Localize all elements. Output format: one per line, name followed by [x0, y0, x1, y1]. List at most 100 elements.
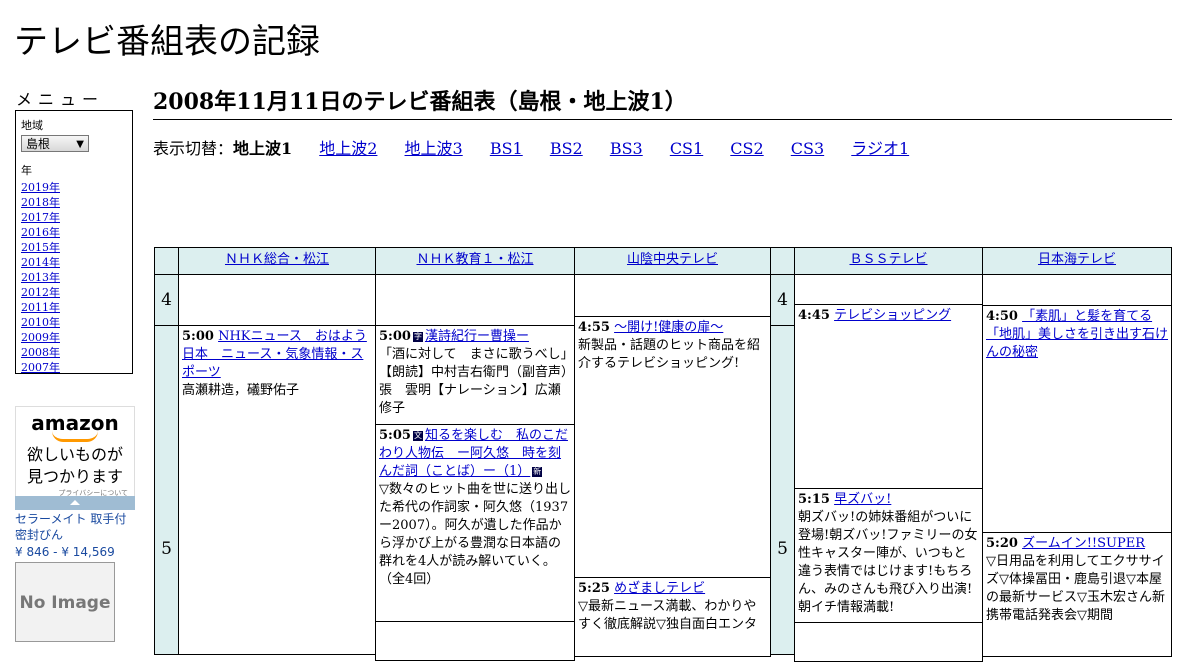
channel-link[interactable]: 日本海テレビ: [1038, 252, 1116, 267]
channel-link[interactable]: ＮＨＫ総合・松江: [225, 252, 329, 267]
subtitle-icon: 字: [412, 331, 423, 342]
year-link[interactable]: 2019年: [21, 180, 127, 195]
hour-label: 5: [770, 325, 795, 655]
program-time: 5:05: [379, 428, 411, 443]
year-list: 2019年 2018年 2017年 2016年 2015年 2014年 2013…: [21, 180, 127, 375]
channel-link[interactable]: ＮＨＫ教育１・松江: [416, 252, 533, 267]
program-cell: 5:00 字漢詩紀行ー曹操ー 「酒に対して まさに歌うべし」 【朗読】中村吉右衛門…: [375, 325, 575, 425]
chevron-up-icon: [70, 500, 80, 505]
year-link[interactable]: 2012年: [21, 285, 127, 300]
program-cell: 5:05 文知るを楽しむ 私のこだわり人物伝 ー阿久悠 時を刻んだ詞（ことば）ー（…: [375, 424, 575, 622]
year-link[interactable]: 2010年: [21, 315, 127, 330]
page-title: 2008年11月11日のテレビ番組表（島根・地上波1）: [153, 84, 1172, 120]
program-desc: ▽数々のヒット曲を世に送り出した希代の作詞家・阿久悠（1937ー2007）。阿久…: [379, 482, 571, 587]
new-program-icon: 新: [532, 466, 543, 477]
program-title-link[interactable]: ～開け!健康の扉～: [614, 320, 723, 335]
ad-expand-strip[interactable]: [15, 496, 135, 510]
switcher-link[interactable]: CS3: [791, 139, 824, 158]
program-title-link[interactable]: テレビショッピング: [834, 308, 951, 323]
program-cell: [375, 621, 575, 661]
chevron-down-icon: ▼: [76, 139, 84, 150]
view-switcher: 表示切替：地上波1 地上波2 地上波3 BS1 BS2 BS3 CS1 CS2 …: [153, 135, 931, 159]
region-select-value: 島根: [26, 137, 51, 151]
program-title-link[interactable]: 早ズバッ!: [834, 492, 891, 507]
program-empty: [178, 274, 376, 326]
channel-header: ＮＨＫ教育１・松江: [375, 247, 575, 275]
amazon-logo: amazon: [31, 411, 119, 435]
program-time: 4:50: [986, 309, 1018, 324]
menu-box: 地域 島根 ▼ 年 2019年 2018年 2017年 2016年 2015年 …: [15, 110, 133, 374]
program-cell: 5:15 早ズバッ! 朝ズバッ!の姉妹番組がついに登場!朝ズバッ!ファミリーの女…: [794, 488, 983, 623]
ad-product-line: 密封びん: [15, 528, 64, 542]
program-empty: [375, 274, 575, 326]
hour-label: 4: [770, 274, 795, 326]
channel-header: 山陰中央テレビ: [574, 247, 771, 275]
hour-header-corner: [770, 247, 795, 275]
year-link[interactable]: 2009年: [21, 330, 127, 345]
switcher-link[interactable]: BS3: [610, 139, 643, 158]
year-link[interactable]: 2011年: [21, 300, 127, 315]
switcher-link[interactable]: BS1: [490, 139, 523, 158]
ad-product-line: セラーメイト 取手付: [15, 512, 127, 526]
ad-price: ¥ 846 - ¥ 14,569: [15, 545, 115, 559]
switcher-link[interactable]: 地上波2: [319, 139, 377, 158]
program-empty: [574, 274, 771, 317]
ad-product-name[interactable]: セラーメイト 取手付 密封びん: [15, 511, 126, 543]
year-link[interactable]: 2016年: [21, 225, 127, 240]
site-title: テレビ番組表の記録: [14, 22, 320, 62]
program-time: 5:00: [182, 329, 214, 344]
program-time: 4:45: [798, 308, 830, 323]
program-desc: 「酒に対して まさに歌うべし」 【朗読】中村吉右衛門（副音声）張 雲明【ナレーシ…: [379, 347, 574, 416]
program-cell: 5:00 NHKニュース おはよう日本 ニュース・気象情報・スポーツ 高瀬耕造，…: [178, 325, 376, 655]
region-select[interactable]: 島根 ▼: [21, 135, 89, 152]
channel-header: ＢＳＳテレビ: [794, 247, 983, 275]
program-cell: 4:45 テレビショッピング: [794, 304, 983, 489]
program-cell: 4:55 ～開け!健康の扉～ 新製品・話題のヒット商品を紹介するテレビショッピン…: [574, 316, 771, 578]
switcher-link[interactable]: CS1: [670, 139, 703, 158]
program-cell: [794, 622, 983, 662]
year-link[interactable]: 2013年: [21, 270, 127, 285]
switcher-label: 表示切替：: [153, 139, 234, 158]
region-label: 地域: [21, 119, 43, 132]
program-desc: 新製品・話題のヒット商品を紹介するテレビショッピング!: [578, 338, 761, 371]
year-link[interactable]: 2015年: [21, 240, 127, 255]
ad-copy-line: 見つかります: [26, 467, 123, 486]
year-link[interactable]: 2018年: [21, 195, 127, 210]
program-time: 5:15: [798, 492, 830, 507]
program-cell: 4:50 「素肌」と髪を育てる「地肌」美しさを引き出す石けんの秘密: [982, 305, 1172, 533]
program-time: 4:55: [578, 320, 610, 335]
program-desc: 高瀬耕造，礒野佑子: [182, 383, 300, 398]
year-link[interactable]: 2017年: [21, 210, 127, 225]
amazon-ad[interactable]: amazon 欲しいものが 見つかります プライバシーについて: [15, 406, 135, 510]
program-time: 5:00: [379, 329, 411, 344]
program-desc: ▽最新ニュース満載、わかりやすく徹底解説▽独自面白エンタ: [578, 599, 757, 632]
year-link[interactable]: 2007年: [21, 360, 127, 375]
hour-label: 4: [154, 274, 179, 326]
channel-header: ＮＨＫ総合・松江: [178, 247, 376, 275]
text-broadcast-icon: 文: [412, 430, 423, 441]
hour-header-corner: [154, 247, 179, 275]
year-link[interactable]: 2008年: [21, 345, 127, 360]
year-label: 年: [21, 164, 32, 177]
switcher-link[interactable]: 地上波3: [405, 139, 463, 158]
menu-title: メニュー: [16, 90, 105, 109]
program-cell: 5:25 めざましテレビ ▽最新ニュース満載、わかりやすく徹底解説▽独自面白エン…: [574, 577, 771, 657]
program-title-link[interactable]: ズームイン!!SUPER: [1022, 536, 1145, 551]
channel-link[interactable]: 山陰中央テレビ: [627, 252, 718, 267]
program-title-link[interactable]: めざましテレビ: [614, 581, 705, 596]
program-time: 5:20: [986, 536, 1018, 551]
channel-link[interactable]: ＢＳＳテレビ: [849, 252, 927, 267]
channel-header: 日本海テレビ: [982, 247, 1172, 275]
program-empty: [794, 274, 983, 305]
ad-copy: 欲しいものが 見つかります: [16, 444, 134, 488]
switcher-link[interactable]: ラジオ1: [851, 139, 909, 158]
year-link[interactable]: 2014年: [21, 255, 127, 270]
no-image-placeholder: No Image: [15, 562, 115, 642]
switcher-current: 地上波1: [233, 139, 293, 158]
program-title-link[interactable]: 漢詩紀行ー曹操ー: [425, 329, 529, 344]
program-desc: 朝ズバッ!の姉妹番組がついに登場!朝ズバッ!ファミリーの女性キャスター陣が、いつ…: [798, 510, 978, 615]
switcher-link[interactable]: CS2: [730, 139, 763, 158]
program-desc: ▽日用品を利用してエクササイズ▽体操冨田・鹿島引退▽本屋の最新サービス▽玉木宏さ…: [986, 554, 1165, 623]
program-empty: [982, 274, 1172, 306]
switcher-link[interactable]: BS2: [550, 139, 583, 158]
